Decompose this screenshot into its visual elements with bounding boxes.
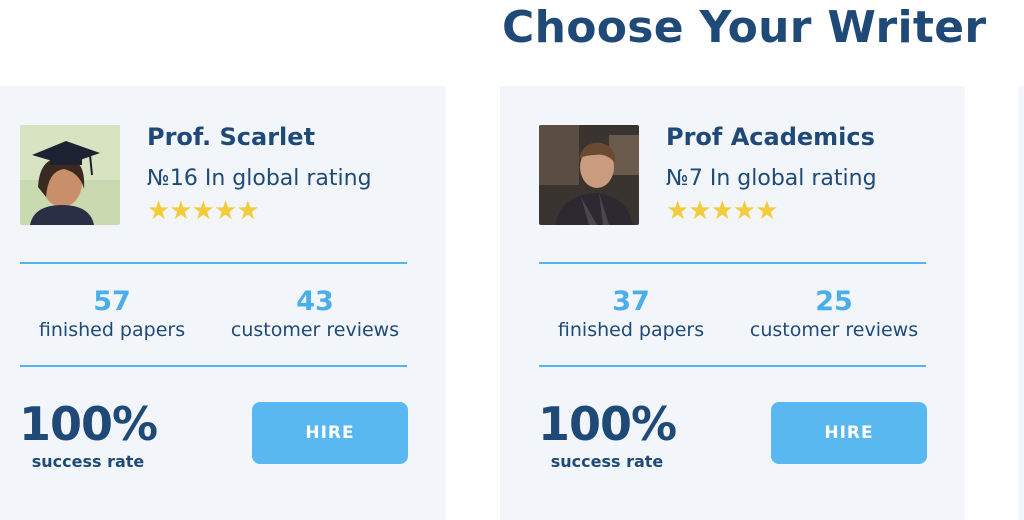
- hire-button[interactable]: HIRE: [771, 402, 927, 464]
- writer-rating: №16 In global rating: [147, 166, 372, 191]
- success-rate-label: success rate: [550, 452, 664, 471]
- finished-papers-label: finished papers: [38, 319, 186, 341]
- writer-card-partial: [1018, 86, 1024, 520]
- star-rating-icon: ★★★★★: [666, 196, 779, 226]
- customer-reviews-count: 43: [296, 286, 334, 317]
- customer-reviews-count: 25: [815, 286, 853, 317]
- divider: [539, 262, 926, 264]
- finished-papers-stat: 37 finished papers: [541, 286, 721, 342]
- customer-reviews-label: customer reviews: [230, 319, 400, 341]
- writer-card: Prof Academics №7 In global rating ★★★★★…: [500, 86, 965, 520]
- star-rating-icon: ★★★★★: [147, 196, 260, 226]
- writer-avatar: [539, 125, 639, 225]
- customer-reviews-stat: 25 customer reviews: [739, 286, 929, 342]
- finished-papers-stat: 57 finished papers: [22, 286, 202, 342]
- hire-button[interactable]: HIRE: [252, 402, 408, 464]
- success-rate-label: success rate: [31, 452, 145, 471]
- success-rate-value: 100%: [18, 397, 158, 451]
- customer-reviews-stat: 43 customer reviews: [220, 286, 410, 342]
- writer-name: Prof Academics: [666, 123, 875, 151]
- divider: [20, 262, 407, 264]
- writer-card: Prof. Scarlet №16 In global rating ★★★★★…: [0, 86, 446, 520]
- finished-papers-count: 37: [612, 286, 650, 317]
- writer-avatar: [20, 125, 120, 225]
- writer-name: Prof. Scarlet: [147, 123, 316, 151]
- page-title: Choose Your Writer: [502, 2, 987, 53]
- finished-papers-label: finished papers: [557, 319, 705, 341]
- divider: [20, 365, 407, 367]
- writer-rating: №7 In global rating: [666, 166, 877, 191]
- success-rate-value: 100%: [537, 397, 677, 451]
- divider: [539, 365, 926, 367]
- finished-papers-count: 57: [93, 286, 131, 317]
- customer-reviews-label: customer reviews: [749, 319, 919, 341]
- success-rate: 100% success rate: [18, 396, 158, 472]
- page: Choose Your Writer Prof. Scarlet №16 In …: [0, 0, 1024, 520]
- success-rate: 100% success rate: [537, 396, 677, 472]
